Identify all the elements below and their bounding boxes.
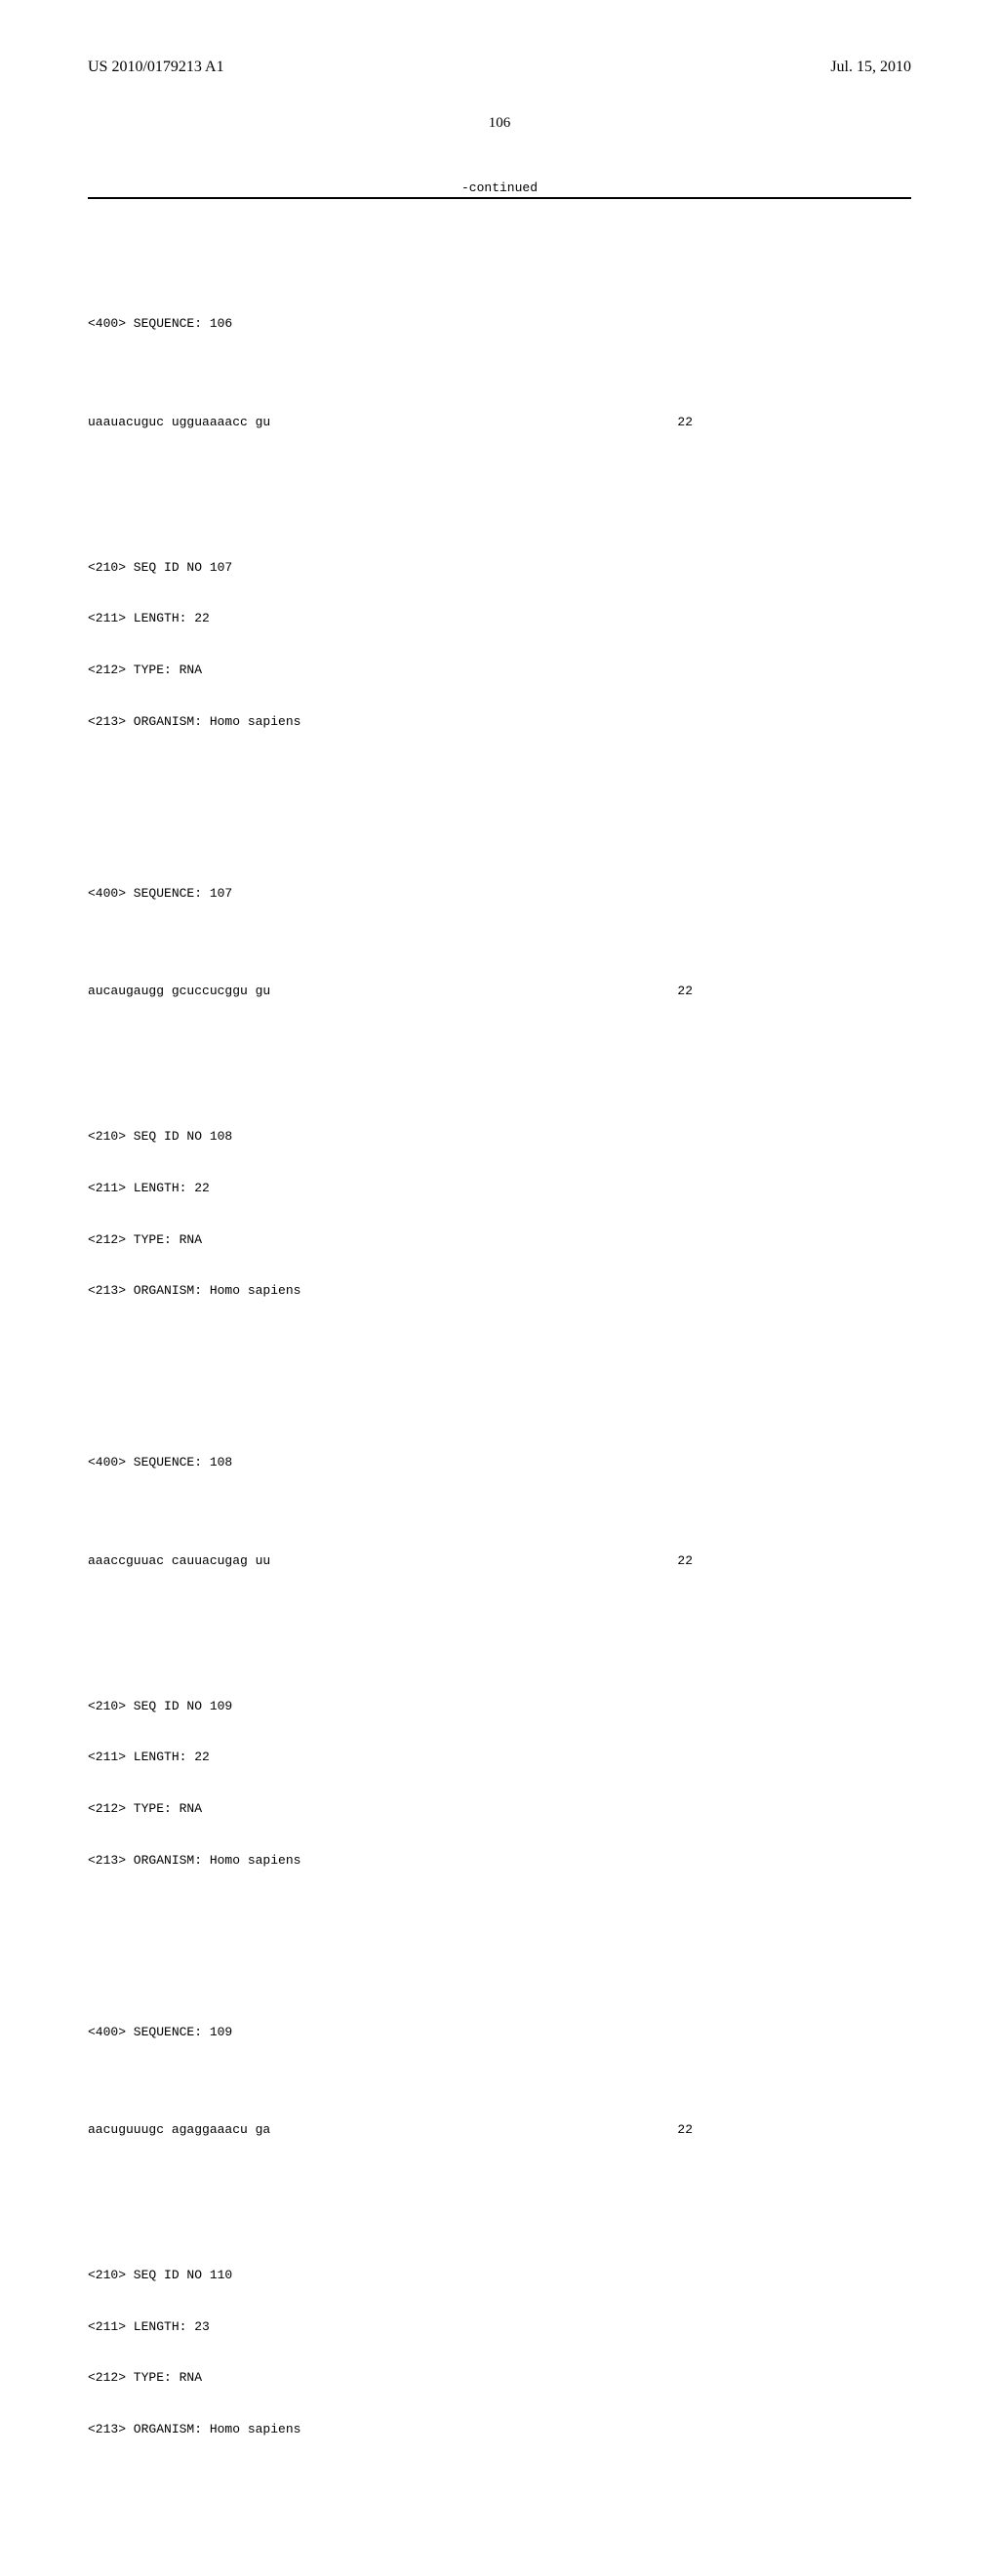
page-container: US 2010/0179213 A1 Jul. 15, 2010 106 -co…: [0, 0, 999, 1288]
page-number: 106: [88, 115, 911, 132]
seq-meta-213: <213> ORGANISM: Homo sapiens: [88, 713, 911, 731]
sequence-length: 22: [654, 1552, 693, 1570]
sequence-row: aaaccguuac cauuacugag uu 22: [88, 1552, 693, 1570]
seq-meta-210: <210> SEQ ID NO 110: [88, 2267, 911, 2284]
page-header: US 2010/0179213 A1 Jul. 15, 2010: [88, 59, 911, 76]
sequence-row: aacuguuugc agaggaaacu ga 22: [88, 2121, 693, 2139]
sequence-row: uaauacuguc ugguaaaacc gu 22: [88, 414, 693, 431]
sequence-length: 22: [654, 983, 693, 1000]
seq-meta-212: <212> TYPE: RNA: [88, 1231, 911, 1249]
sequence-tag: <400> SEQUENCE: 106: [88, 315, 911, 333]
seq-meta-210: <210> SEQ ID NO 107: [88, 559, 911, 577]
seq-meta-211: <211> LENGTH: 23: [88, 2318, 911, 2336]
sequence-block: <400> SEQUENCE: 109 aacuguuugc agaggaaac…: [88, 1989, 911, 2472]
divider-top: [88, 197, 911, 199]
sequence-tag: <400> SEQUENCE: 109: [88, 2024, 911, 2041]
sequence-length: 22: [654, 2121, 693, 2139]
seq-meta-213: <213> ORGANISM: Homo sapiens: [88, 1282, 911, 1300]
seq-meta-211: <211> LENGTH: 22: [88, 610, 911, 627]
sequence-tag: <400> SEQUENCE: 108: [88, 1454, 911, 1471]
sequence-text: aucaugaugg gcuccucggu gu: [88, 983, 270, 1000]
sequence-listing: <400> SEQUENCE: 106 uaauacuguc ugguaaaac…: [88, 213, 911, 2576]
seq-meta-210: <210> SEQ ID NO 108: [88, 1128, 911, 1146]
seq-meta-212: <212> TYPE: RNA: [88, 2369, 911, 2387]
seq-meta-212: <212> TYPE: RNA: [88, 662, 911, 679]
sequence-block: <400> SEQUENCE: 108 aaaccguuac cauuacuga…: [88, 1420, 911, 1903]
seq-meta-213: <213> ORGANISM: Homo sapiens: [88, 2421, 911, 2438]
seq-meta-213: <213> ORGANISM: Homo sapiens: [88, 1852, 911, 1870]
sequence-block: <400> SEQUENCE: 107 aucaugaugg gcuccucgg…: [88, 851, 911, 1334]
seq-meta-211: <211> LENGTH: 22: [88, 1749, 911, 1766]
seq-meta-210: <210> SEQ ID NO 109: [88, 1698, 911, 1715]
sequence-text: aacuguuugc agaggaaacu ga: [88, 2121, 270, 2139]
continued-label: -continued: [88, 181, 911, 195]
sequence-block: <400> SEQUENCE: 110 uaauccuugc uaccugggu…: [88, 2558, 911, 2576]
sequence-text: uaauacuguc ugguaaaacc gu: [88, 414, 270, 431]
sequence-length: 22: [654, 414, 693, 431]
publication-number: US 2010/0179213 A1: [88, 59, 224, 76]
sequence-block: <400> SEQUENCE: 106 uaauacuguc ugguaaaac…: [88, 281, 911, 764]
sequence-tag: <400> SEQUENCE: 107: [88, 885, 911, 903]
publication-date: Jul. 15, 2010: [830, 59, 911, 76]
sequence-row: aucaugaugg gcuccucggu gu 22: [88, 983, 693, 1000]
sequence-text: aaaccguuac cauuacugag uu: [88, 1552, 270, 1570]
seq-meta-212: <212> TYPE: RNA: [88, 1800, 911, 1818]
seq-meta-211: <211> LENGTH: 22: [88, 1180, 911, 1197]
